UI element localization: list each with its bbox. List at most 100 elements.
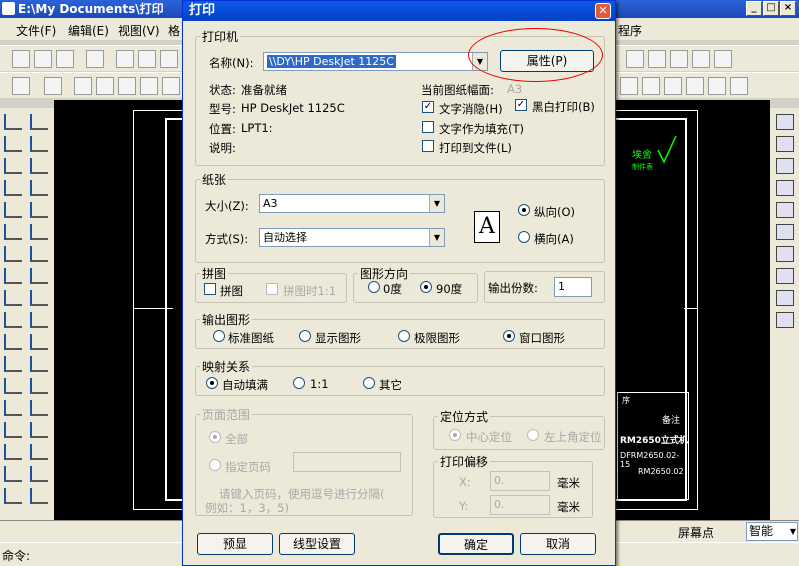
- draw-tool-icon[interactable]: [4, 114, 22, 130]
- bw-print-checkbox[interactable]: ✓: [515, 99, 527, 111]
- draw-tool-icon[interactable]: [4, 180, 22, 196]
- draw-tool-icon[interactable]: [30, 312, 48, 328]
- draw-tool-icon[interactable]: [30, 356, 48, 372]
- zoom-all-icon[interactable]: [730, 77, 748, 95]
- zoom-in-icon[interactable]: [664, 77, 682, 95]
- minimize-button[interactable]: _: [746, 1, 762, 16]
- portrait-radio[interactable]: [518, 204, 530, 216]
- edit-tool-icon[interactable]: [776, 202, 794, 218]
- draw-tool-icon[interactable]: [4, 488, 22, 504]
- menu-program[interactable]: 程序: [618, 22, 642, 39]
- menu-file[interactable]: 文件(F): [16, 22, 56, 39]
- edit-tool-icon[interactable]: [776, 158, 794, 174]
- draw-tool-icon[interactable]: [30, 488, 48, 504]
- pan-icon[interactable]: [642, 77, 660, 95]
- tool-a-icon[interactable]: [626, 50, 644, 68]
- range-pages-radio[interactable]: [209, 459, 221, 471]
- maximize-button[interactable]: □: [763, 1, 779, 16]
- copy-icon[interactable]: [116, 50, 134, 68]
- draw-tool-icon[interactable]: [30, 158, 48, 174]
- landscape-radio[interactable]: [518, 231, 530, 243]
- draw-tool-icon[interactable]: [4, 268, 22, 284]
- range-all-radio[interactable]: [209, 431, 221, 443]
- preview-button[interactable]: 预显: [197, 533, 273, 555]
- draw-tool-icon[interactable]: [30, 422, 48, 438]
- open-icon[interactable]: [34, 50, 52, 68]
- close-icon[interactable]: ✕: [595, 3, 611, 19]
- output-std-radio[interactable]: [213, 330, 225, 342]
- draw-tool-icon[interactable]: [30, 466, 48, 482]
- position-center-radio[interactable]: [449, 429, 461, 441]
- mapping-1to1-radio[interactable]: [293, 377, 305, 389]
- draw-tool-icon[interactable]: [4, 334, 22, 350]
- draw-tool-icon[interactable]: [30, 290, 48, 306]
- menu-edit[interactable]: 编辑(E): [68, 22, 109, 39]
- text-icon[interactable]: [140, 77, 158, 95]
- close-app-button[interactable]: ×: [780, 1, 796, 16]
- copies-input[interactable]: 1: [554, 277, 592, 297]
- draw-tool-icon[interactable]: [4, 422, 22, 438]
- offset-y-input[interactable]: 0.: [490, 495, 550, 515]
- paper-mode-select[interactable]: 自动选择 ▼: [259, 228, 445, 247]
- draw-tool-icon[interactable]: [4, 444, 22, 460]
- edit-tool-icon[interactable]: [776, 268, 794, 284]
- new-icon[interactable]: [12, 50, 30, 68]
- range-pages-input[interactable]: [293, 452, 401, 472]
- dim2-icon[interactable]: [96, 77, 114, 95]
- tool-d-icon[interactable]: [692, 50, 710, 68]
- output-extent-radio[interactable]: [398, 330, 410, 342]
- mapping-auto-radio[interactable]: [206, 377, 218, 389]
- zoom-window-icon[interactable]: [708, 77, 726, 95]
- pen-icon[interactable]: [620, 77, 638, 95]
- snap-icon[interactable]: [12, 77, 30, 95]
- edit-tool-icon[interactable]: [776, 180, 794, 196]
- tool-c-icon[interactable]: [670, 50, 688, 68]
- draw-tool-icon[interactable]: [4, 136, 22, 152]
- edit-tool-icon[interactable]: [776, 136, 794, 152]
- rotate-0-radio[interactable]: [368, 281, 380, 293]
- draw-tool-icon[interactable]: [4, 290, 22, 306]
- output-display-radio[interactable]: [299, 330, 311, 342]
- edit-tool-icon[interactable]: [776, 312, 794, 328]
- menu-view[interactable]: 视图(V): [118, 22, 160, 39]
- screen-point-status[interactable]: 屏幕点: [678, 524, 714, 541]
- ok-button[interactable]: 确定: [438, 533, 514, 555]
- draw-tool-icon[interactable]: [30, 378, 48, 394]
- draw-tool-icon[interactable]: [4, 356, 22, 372]
- tool-b-icon[interactable]: [648, 50, 666, 68]
- paper-size-select[interactable]: A3 ▼: [259, 194, 445, 213]
- output-window-radio[interactable]: [503, 330, 515, 342]
- draw-tool-icon[interactable]: [4, 202, 22, 218]
- edit-tool-icon[interactable]: [776, 114, 794, 130]
- paste-icon[interactable]: [138, 50, 156, 68]
- draw-tool-icon[interactable]: [4, 158, 22, 174]
- edit-tool-icon[interactable]: [776, 224, 794, 240]
- draw-tool-icon[interactable]: [4, 312, 22, 328]
- print-icon[interactable]: [86, 50, 104, 68]
- draw-tool-icon[interactable]: [4, 224, 22, 240]
- draw-tool-icon[interactable]: [30, 268, 48, 284]
- draw-tool-icon[interactable]: [30, 224, 48, 240]
- offset-x-input[interactable]: 0.: [490, 471, 550, 491]
- draw-tool-icon[interactable]: [30, 136, 48, 152]
- linetype-button[interactable]: 线型设置: [279, 533, 355, 555]
- text-erase-checkbox[interactable]: ✓: [422, 101, 434, 113]
- draw-tool-icon[interactable]: [4, 378, 22, 394]
- tile-1to1-checkbox[interactable]: [266, 283, 278, 295]
- draw-tool-icon[interactable]: [4, 400, 22, 416]
- rotate-90-radio[interactable]: [420, 281, 432, 293]
- cancel-button[interactable]: 取消: [520, 533, 596, 555]
- draw-tool-icon[interactable]: [4, 466, 22, 482]
- tool-e-icon[interactable]: [714, 50, 732, 68]
- draw-tool-icon[interactable]: [30, 202, 48, 218]
- mapping-other-radio[interactable]: [363, 377, 375, 389]
- dim-icon[interactable]: [74, 77, 92, 95]
- dim3-icon[interactable]: [118, 77, 136, 95]
- edit-tool-icon[interactable]: [776, 290, 794, 306]
- menu-format[interactable]: 格: [168, 22, 180, 39]
- draw-tool-icon[interactable]: [30, 444, 48, 460]
- position-topleft-radio[interactable]: [527, 429, 539, 441]
- text2-icon[interactable]: [162, 77, 180, 95]
- draw-tool-icon[interactable]: [30, 180, 48, 196]
- draw-tool-icon[interactable]: [4, 246, 22, 262]
